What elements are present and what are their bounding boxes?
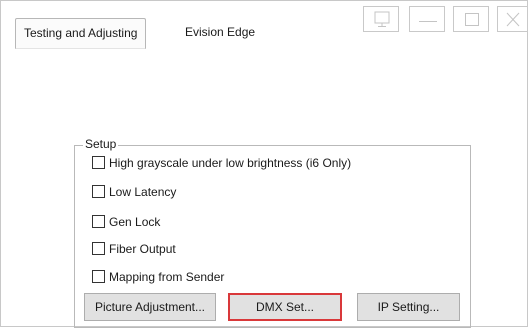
minimize-icon[interactable] (409, 6, 445, 32)
maximize-icon[interactable] (453, 6, 489, 32)
option-gen-lock[interactable]: Gen Lock (92, 214, 160, 230)
app-window: Testing and Adjusting Evision Edge Setup… (0, 0, 528, 328)
checkbox-fiber-output[interactable] (92, 242, 105, 256)
monitor-icon[interactable] (363, 6, 399, 32)
checkbox-low-latency[interactable] (92, 185, 105, 199)
dmx-set-button[interactable]: DMX Set... (228, 293, 342, 321)
checkbox-mapping-from-sender[interactable] (92, 270, 105, 284)
option-low-latency[interactable]: Low Latency (92, 184, 176, 200)
option-mapping-from-sender[interactable]: Mapping from Sender (92, 269, 224, 285)
checkbox-high-grayscale[interactable] (92, 156, 105, 170)
option-label: Low Latency (109, 185, 177, 199)
option-label: Gen Lock (109, 215, 161, 229)
tab-evision-edge[interactable]: Evision Edge (177, 18, 263, 47)
option-label: Fiber Output (109, 242, 176, 256)
setup-group-title: Setup (83, 137, 119, 151)
option-label: High grayscale under low brightness (i6 … (109, 156, 352, 170)
checkbox-gen-lock[interactable] (92, 215, 105, 229)
option-high-grayscale[interactable]: High grayscale under low brightness (i6 … (92, 155, 351, 171)
tab-testing-and-adjusting[interactable]: Testing and Adjusting (15, 18, 147, 49)
picture-adjustment-button[interactable]: Picture Adjustment... (84, 293, 216, 321)
ip-setting-button[interactable]: IP Setting... (357, 293, 460, 321)
option-label: Mapping from Sender (109, 270, 225, 284)
option-fiber-output[interactable]: Fiber Output (92, 241, 176, 257)
close-icon[interactable] (497, 6, 528, 32)
